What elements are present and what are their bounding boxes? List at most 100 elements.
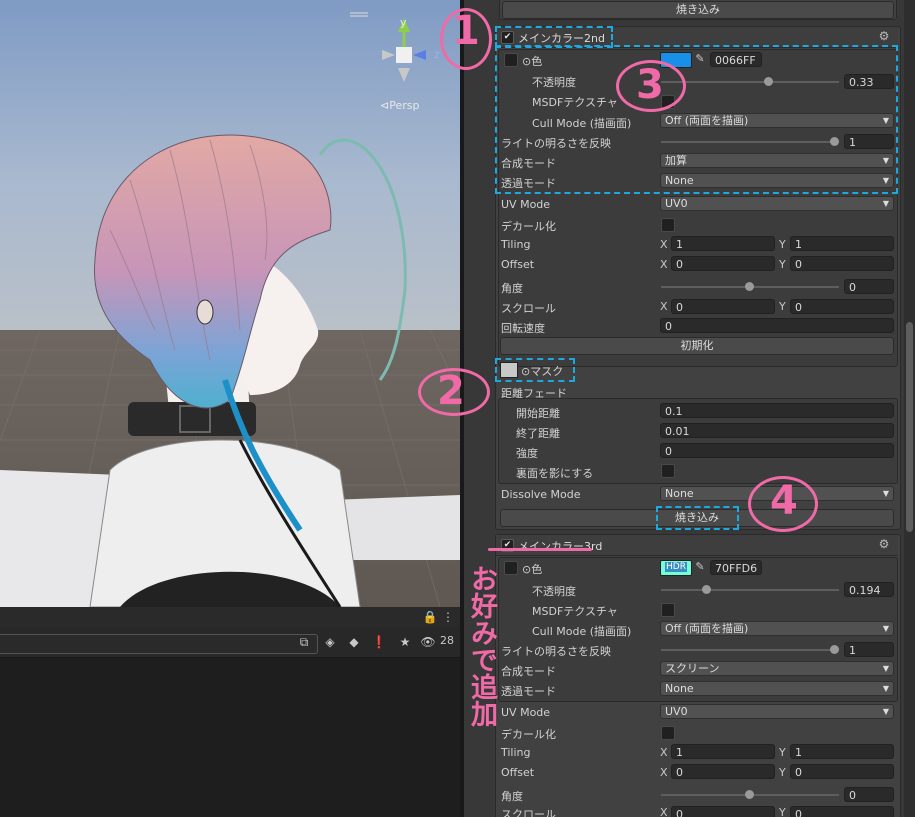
hidden-count: 28	[440, 634, 454, 647]
offset-x-field[interactable]: 0	[671, 764, 775, 779]
angle-label: 角度	[501, 790, 523, 803]
opacity-slider-track[interactable]	[661, 589, 839, 591]
tiling-x-field[interactable]: 1	[671, 744, 775, 759]
end-distance-field[interactable]: 0.01	[660, 423, 894, 438]
offset-y-field[interactable]: 0	[790, 764, 894, 779]
hidden-eye-icon[interactable]: 👁	[420, 634, 436, 650]
offset-label: Offset	[501, 766, 535, 779]
filter-type-icon[interactable]: ◈	[322, 634, 338, 650]
decal-checkbox[interactable]	[661, 726, 675, 740]
project-search-input[interactable]	[0, 634, 318, 654]
top-bake-button[interactable]: 焼き込み	[502, 1, 894, 19]
offset-x-label: X	[660, 258, 668, 271]
backface-shadow-label: 裏面を影にする	[516, 467, 594, 480]
tiling-y-field[interactable]: 1	[790, 236, 894, 251]
inspector-scroll-thumb[interactable]	[906, 322, 913, 532]
uv-mode-dropdown[interactable]: UV0 ▼	[660, 704, 894, 719]
inspector-scrollbar[interactable]	[904, 0, 915, 817]
start-distance-label: 開始距離	[516, 407, 560, 420]
scroll-y-field[interactable]: 0	[790, 806, 894, 817]
chevron-down-icon: ▼	[882, 664, 889, 673]
foldout-circle-icon: ⊙	[522, 563, 532, 576]
chevron-down-icon: ▼	[882, 624, 889, 633]
scroll-y-field[interactable]: 0	[790, 299, 894, 314]
label-tag-icon[interactable]: ◆	[346, 634, 362, 650]
light-slider-track[interactable]	[661, 649, 839, 651]
angle-value-field[interactable]: 0	[844, 787, 894, 802]
alpha-mode-dropdown[interactable]: None ▼	[660, 681, 894, 696]
alpha-mode-label: 透過モード	[501, 685, 556, 698]
opacity-slider-thumb[interactable]	[701, 585, 711, 594]
offset-x-field[interactable]: 0	[671, 256, 775, 271]
annotation-box-mask	[495, 358, 575, 382]
light-value-field[interactable]: 1	[844, 642, 894, 657]
search-by-type-icon[interactable]: ⧉	[296, 634, 312, 650]
scene-view[interactable]: y z ⊲Persp	[0, 0, 460, 607]
msdf-label: MSDFテクスチャ	[532, 605, 618, 618]
opacity-value-field[interactable]: 0.194	[844, 582, 894, 597]
uv-mode-label: UV Mode	[501, 198, 551, 211]
main-color-3rd-hex-field[interactable]: 70FFD6	[710, 560, 762, 575]
offset-x-label: X	[660, 766, 668, 779]
rotation-speed-label: 回転速度	[501, 322, 545, 335]
reset-button[interactable]: 初期化	[500, 337, 894, 355]
scroll-label: スクロール	[501, 808, 556, 817]
decal-label: デカール化	[501, 220, 556, 233]
strength-label: 強度	[516, 447, 538, 460]
blend-mode-dropdown[interactable]: スクリーン ▼	[660, 661, 894, 676]
scene-render	[0, 0, 460, 607]
offset-y-label: Y	[779, 258, 786, 271]
tiling-x-label: X	[660, 746, 668, 759]
angle-value-field[interactable]: 0	[844, 279, 894, 294]
warning-icon[interactable]: ❗	[371, 634, 387, 650]
tiling-label: Tiling	[501, 746, 531, 759]
uv-mode-dropdown[interactable]: UV0 ▼	[660, 196, 894, 211]
gear-icon[interactable]: ⚙	[877, 537, 891, 551]
lower-toolbar: ⧉ ◈ ◆ ❗ ★ 👁 28	[0, 627, 460, 658]
scroll-label: スクロール	[501, 302, 556, 315]
annotation-box-bake	[656, 506, 739, 530]
gear-icon[interactable]: ⚙	[877, 29, 891, 43]
scroll-y-label: Y	[779, 300, 786, 313]
lower-tab-bar: 🔒 ⋮	[0, 607, 460, 628]
lower-panel: 🔒 ⋮ ⧉ ◈ ◆ ❗ ★ 👁 28	[0, 607, 460, 817]
chevron-down-icon: ▼	[882, 489, 889, 498]
tiling-y-field[interactable]: 1	[790, 744, 894, 759]
scroll-x-field[interactable]: 0	[671, 806, 775, 817]
angle-label: 角度	[501, 282, 523, 295]
backface-shadow-checkbox[interactable]	[661, 464, 675, 478]
tiling-x-label: X	[660, 238, 668, 251]
tiling-label: Tiling	[501, 238, 531, 251]
offset-y-field[interactable]: 0	[790, 256, 894, 271]
main-color-3rd-swatch[interactable]: HDR	[660, 560, 692, 576]
offset-label: Offset	[501, 258, 535, 271]
offset-y-label: Y	[779, 766, 786, 779]
cull-mode-dropdown[interactable]: Off (両面を描画) ▼	[660, 621, 894, 636]
cull-mode-label: Cull Mode (描画面)	[532, 625, 632, 638]
color-label-text: 色	[531, 563, 543, 576]
light-slider-thumb[interactable]	[830, 645, 839, 654]
texture-slot-checkbox[interactable]	[504, 561, 518, 575]
tiling-x-field[interactable]: 1	[671, 236, 775, 251]
eyedropper-icon[interactable]: ✎	[693, 560, 707, 574]
annotation-handwriting: お好みで追加	[466, 565, 500, 734]
favorite-star-icon[interactable]: ★	[397, 634, 413, 650]
chevron-down-icon: ▼	[882, 707, 889, 716]
annotation-circle-1	[440, 8, 492, 70]
angle-slider-thumb[interactable]	[745, 790, 754, 799]
chevron-down-icon: ▼	[882, 199, 889, 208]
cull-mode-value: Off (両面を描画)	[665, 622, 749, 635]
persp-label[interactable]: ⊲Persp	[380, 99, 419, 112]
hdr-label: HDR	[665, 562, 687, 572]
rotation-speed-field[interactable]: 0	[660, 318, 894, 333]
decal-checkbox[interactable]	[661, 218, 675, 232]
annotation-handwriting-text: お好みで追加	[466, 565, 497, 727]
msdf-checkbox[interactable]	[661, 603, 675, 617]
main-color-3rd-header[interactable]: ✔ メインカラー3rd ⚙	[496, 535, 898, 556]
lock-icon[interactable]: 🔒	[422, 609, 438, 625]
kebab-menu-icon[interactable]: ⋮	[440, 609, 456, 625]
angle-slider-thumb[interactable]	[745, 282, 754, 291]
start-distance-field[interactable]: 0.1	[660, 403, 894, 418]
strength-field[interactable]: 0	[660, 443, 894, 458]
scroll-x-field[interactable]: 0	[671, 299, 775, 314]
